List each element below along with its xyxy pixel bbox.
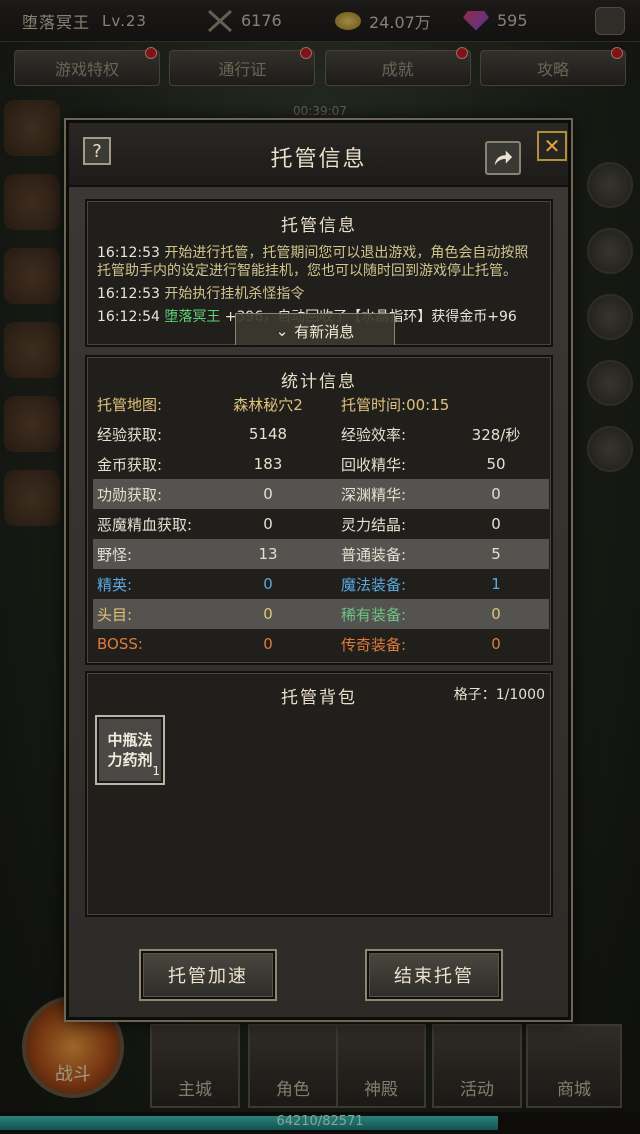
stat-label: BOSS: xyxy=(97,635,143,653)
stat-value: 0 xyxy=(491,635,501,653)
stat-value: 5148 xyxy=(248,425,288,443)
stat-label: 头目: xyxy=(97,605,133,624)
stat-value: 0 xyxy=(263,605,273,623)
stat-value: 0 xyxy=(263,575,273,593)
map-label: 托管地图: xyxy=(97,395,163,414)
log-timestamp: 16:12:54 xyxy=(97,309,160,325)
item-quantity: 1 xyxy=(152,764,160,778)
stat-value: 50 xyxy=(486,455,506,473)
stat-value: 183 xyxy=(253,455,283,473)
close-button[interactable]: ✕ xyxy=(537,131,567,161)
stop-auto-button[interactable]: 结束托管 xyxy=(367,951,501,999)
stat-label: 稀有装备: xyxy=(341,605,407,624)
speedup-button[interactable]: 托管加速 xyxy=(141,951,275,999)
time-label: 托管时间: xyxy=(341,395,407,414)
stat-value: 0 xyxy=(263,485,273,503)
log-text: 开始进行托管，托管期间您可以退出游戏，角色会自动按照托管助手内的设定进行智能挂机… xyxy=(97,245,529,279)
stat-label: 野怪: xyxy=(97,545,133,564)
auto-play-dialog: ? 托管信息 ✕ 托管信息 16:12:53 开始进行托管，托管期间您可以退出游… xyxy=(66,120,571,1020)
dialog-footer: 托管加速 结束托管 xyxy=(69,923,568,1019)
stats-row: 头目: 0 稀有装备: 0 xyxy=(93,599,549,629)
stat-label: 魔法装备: xyxy=(341,575,407,594)
stat-label: 恶魔精血获取: xyxy=(97,515,193,534)
log-timestamp: 16:12:53 xyxy=(97,245,160,261)
stat-label: 回收精华: xyxy=(341,455,407,474)
stat-value: 0 xyxy=(491,485,501,503)
dialog-header: ? 托管信息 ✕ xyxy=(69,123,568,187)
log-panel[interactable]: 托管信息 16:12:53 开始进行托管，托管期间您可以退出游戏，角色会自动按照… xyxy=(85,199,553,347)
stat-value: 0 xyxy=(263,635,273,653)
stats-row: 经验获取: 5148 经验效率: 328/秒 xyxy=(93,419,549,449)
new-message-text: 有新消息 xyxy=(294,322,355,341)
stat-label: 经验获取: xyxy=(97,425,163,444)
stat-label: 灵力结晶: xyxy=(341,515,407,534)
time-label-value: 托管时间:00:15 xyxy=(331,394,531,415)
stat-label: 精英: xyxy=(97,575,133,594)
stats-row-map: 托管地图: 森林秘穴2 托管时间:00:15 xyxy=(93,389,549,419)
log-text: 开始执行挂机杀怪指令 xyxy=(164,286,305,302)
stat-label: 功勋获取: xyxy=(97,485,163,504)
stats-row: 金币获取: 183 回收精华: 50 xyxy=(93,449,549,479)
log-player-name: 堕落冥王 xyxy=(164,309,221,325)
bag-capacity: 格子：1/1000 xyxy=(453,687,545,703)
stats-row: 野怪: 13 普通装备: 5 xyxy=(93,539,549,569)
stats-table: 托管地图: 森林秘穴2 托管时间:00:15 经验获取: 5148 经验效率: … xyxy=(93,389,549,659)
stat-label: 经验效率: xyxy=(341,425,407,444)
stats-row: 功勋获取: 0 深渊精华: 0 xyxy=(93,479,549,509)
log-panel-title: 托管信息 xyxy=(281,216,357,236)
stat-value: 0 xyxy=(263,515,273,533)
item-name: 中瓶法力药剂 xyxy=(107,731,153,769)
time-value: 00:15 xyxy=(406,395,450,414)
stats-panel: 统计信息 托管地图: 森林秘穴2 托管时间:00:15 经验获取: 5148 经… xyxy=(85,355,553,665)
stat-value: 328/秒 xyxy=(471,425,521,444)
stats-row: 恶魔精血获取: 0 灵力结晶: 0 xyxy=(93,509,549,539)
stat-value: 5 xyxy=(491,545,501,563)
new-message-toast[interactable]: ⌄ 有新消息 xyxy=(235,313,395,345)
stat-label: 普通装备: xyxy=(341,545,407,564)
bag-item-slot[interactable]: 中瓶法力药剂 1 xyxy=(95,715,165,785)
bag-panel: 托管背包 格子：1/1000 中瓶法力药剂 1 xyxy=(85,671,553,917)
stats-row: 精英: 0 魔法装备: 1 xyxy=(93,569,549,599)
stat-label: 深渊精华: xyxy=(341,485,407,504)
log-timestamp: 16:12:53 xyxy=(97,286,160,302)
stat-value: 0 xyxy=(491,515,501,533)
share-button[interactable] xyxy=(485,141,521,175)
chevron-down-icon: ⌄ xyxy=(275,322,289,340)
log-entry: 16:12:53 开始进行托管，托管期间您可以退出游戏，角色会自动按照托管助手内… xyxy=(97,244,541,280)
stat-label: 传奇装备: xyxy=(341,635,407,654)
stat-label: 金币获取: xyxy=(97,455,163,474)
log-entry: 16:12:53 开始执行挂机杀怪指令 xyxy=(97,285,541,303)
stat-value: 1 xyxy=(491,575,501,593)
stat-value: 13 xyxy=(258,545,278,563)
stats-row: BOSS: 0 传奇装备: 0 xyxy=(93,629,549,659)
stat-value: 0 xyxy=(491,605,501,623)
map-value: 森林秘穴2 xyxy=(233,395,303,414)
share-arrow-icon xyxy=(494,150,513,166)
